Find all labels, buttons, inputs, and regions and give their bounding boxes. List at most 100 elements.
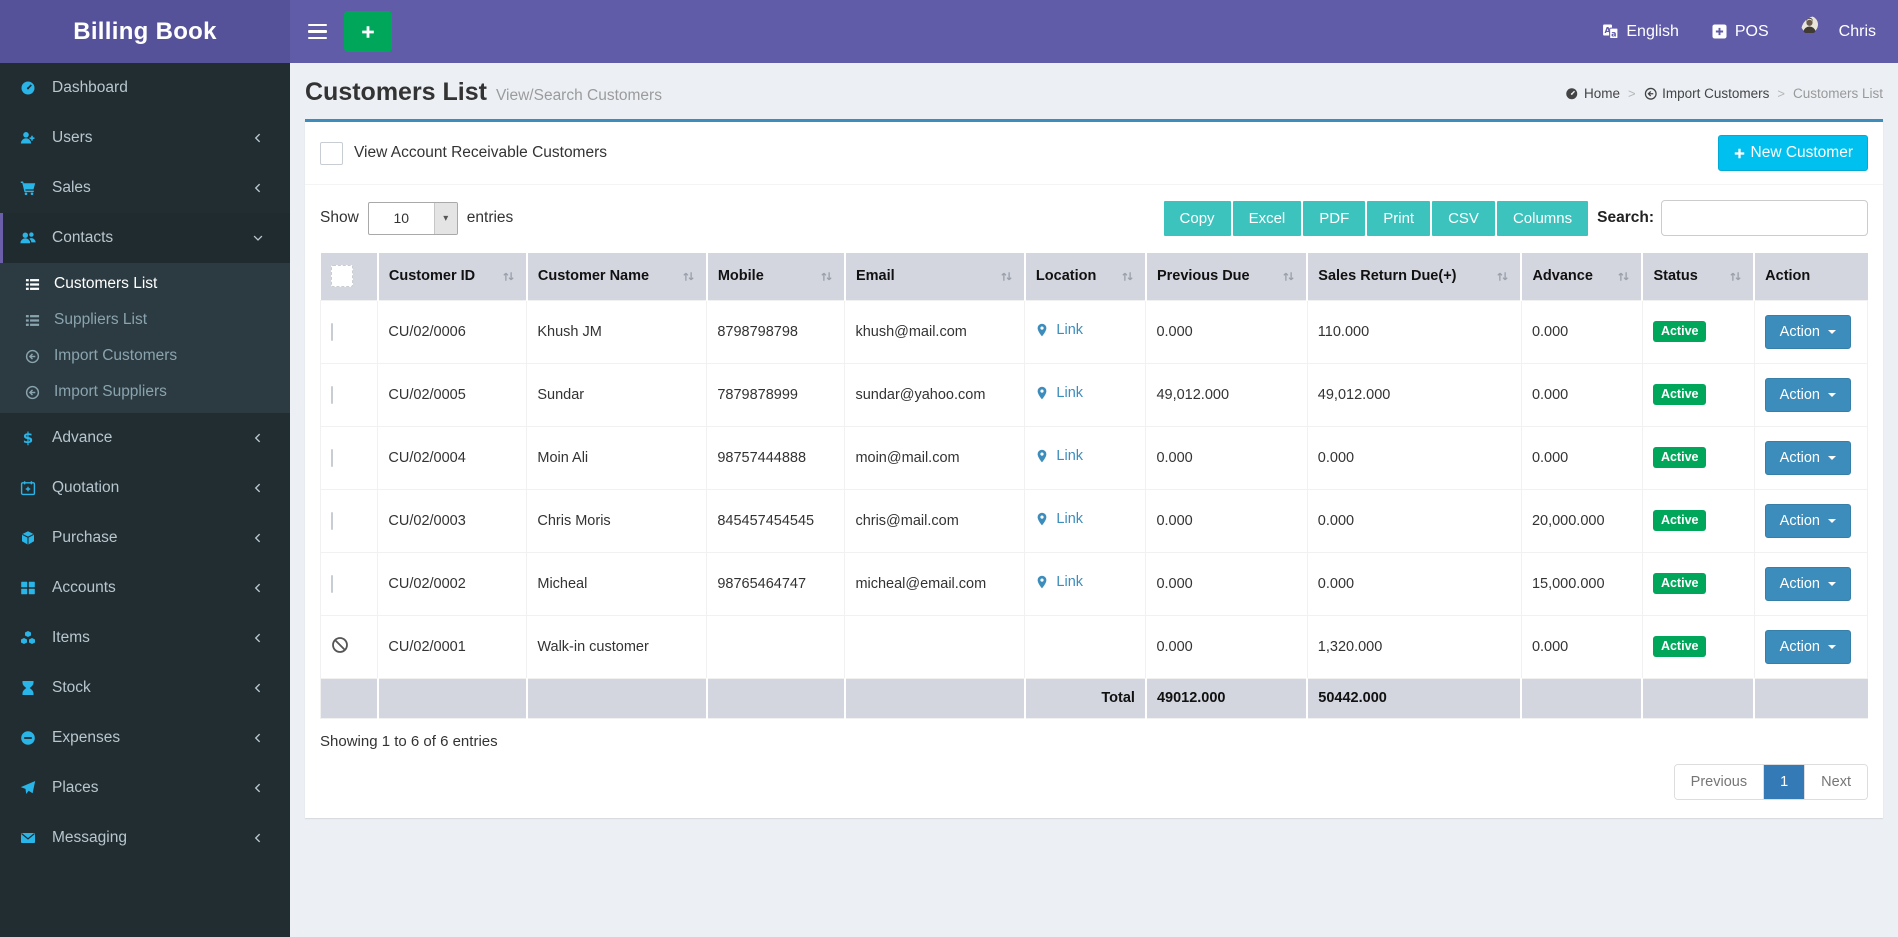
total-cell-mobile — [707, 678, 845, 718]
table-row: CU/02/0002Micheal98765464747micheal@emai… — [321, 552, 1868, 615]
location-link[interactable]: Link — [1035, 385, 1083, 401]
sidebar-subitem-customers-list[interactable]: Customers List — [0, 266, 290, 302]
column-header-status[interactable]: Status — [1642, 253, 1754, 300]
pagination-page-1-button[interactable]: 1 — [1763, 765, 1804, 799]
chevron-left-icon — [252, 432, 264, 444]
sidebar-toggle-button[interactable] — [290, 0, 344, 63]
row-checkbox[interactable] — [331, 449, 333, 467]
pagination-next-button[interactable]: Next — [1804, 765, 1867, 799]
action-button-label: Action — [1780, 387, 1820, 403]
cell-sales-return-due: 1,320.000 — [1307, 615, 1521, 678]
action-button[interactable]: Action — [1765, 315, 1851, 349]
location-link[interactable]: Link — [1035, 511, 1083, 527]
total-cell-select — [321, 678, 378, 718]
action-button[interactable]: Action — [1765, 504, 1851, 538]
sidebar-item-quotation[interactable]: Quotation — [0, 463, 290, 513]
cell-location: Link — [1025, 426, 1146, 489]
column-header-sales-return-due[interactable]: Sales Return Due(+) — [1307, 253, 1521, 300]
sidebar-subitem-import-suppliers[interactable]: Import Suppliers — [0, 374, 290, 410]
envelope-icon — [20, 830, 42, 846]
action-button-label: Action — [1780, 576, 1820, 592]
cell-status: Active — [1642, 426, 1754, 489]
row-checkbox[interactable] — [331, 575, 333, 593]
action-button[interactable]: Action — [1765, 441, 1851, 475]
user-menu[interactable]: Chris — [1801, 16, 1876, 47]
cell-location: Link — [1025, 300, 1146, 363]
sidebar-item-sales[interactable]: Sales — [0, 163, 290, 213]
app-logo[interactable]: Billing Book — [0, 0, 290, 63]
search-input[interactable] — [1661, 200, 1868, 236]
sidebar: Dashboard UsersSalesContactsCustomers Lis… — [0, 63, 290, 937]
page-length-select[interactable]: 10 ▾ — [368, 202, 458, 235]
quick-add-button[interactable] — [344, 11, 392, 52]
sidebar-subitem-import-customers[interactable]: Import Customers — [0, 338, 290, 374]
sidebar-item-label: Items — [52, 629, 90, 647]
select-all-checkbox[interactable] — [331, 265, 353, 287]
breadcrumb-item-import-customers[interactable]: Import Customers — [1644, 86, 1770, 101]
print-button[interactable]: Print — [1367, 201, 1430, 236]
cell-sales-return-due: 0.000 — [1307, 489, 1521, 552]
sort-icon — [681, 269, 696, 284]
excel-button[interactable]: Excel — [1233, 201, 1302, 236]
sidebar-subitem-label: Suppliers List — [54, 311, 147, 329]
column-header-mobile[interactable]: Mobile — [707, 253, 845, 300]
csv-button[interactable]: CSV — [1432, 201, 1495, 236]
sidebar-item-contacts[interactable]: Contacts — [0, 213, 290, 263]
breadcrumb-item-home[interactable]: Home — [1565, 86, 1620, 101]
user-name: Chris — [1839, 23, 1876, 41]
column-header-location[interactable]: Location — [1025, 253, 1146, 300]
action-button[interactable]: Action — [1765, 630, 1851, 664]
language-menu[interactable]: Aa English — [1602, 23, 1678, 41]
action-button[interactable]: Action — [1765, 378, 1851, 412]
column-header-customer-id[interactable]: Customer ID — [378, 253, 527, 300]
cell-select — [321, 489, 378, 552]
location-link[interactable]: Link — [1035, 322, 1083, 338]
sidebar-item-users[interactable]: Users — [0, 113, 290, 163]
row-checkbox[interactable] — [331, 386, 333, 404]
sidebar-item-dashboard[interactable]: Dashboard — [0, 63, 290, 113]
sidebar-item-label: Places — [52, 779, 99, 797]
caret-down-icon — [1828, 456, 1836, 460]
sidebar-item-advance[interactable]: $Advance — [0, 413, 290, 463]
cell-mobile: 7879878999 — [707, 363, 845, 426]
sidebar-item-messaging[interactable]: Messaging — [0, 813, 290, 863]
sidebar-item-stock[interactable]: Stock — [0, 663, 290, 713]
map-marker-icon — [1035, 512, 1049, 526]
page-length-control: Show 10 ▾ entries — [320, 202, 513, 235]
location-link[interactable]: Link — [1035, 574, 1083, 590]
cell-advance: 15,000.000 — [1521, 552, 1642, 615]
sidebar-item-items[interactable]: Items — [0, 613, 290, 663]
sidebar-item-places[interactable]: Places — [0, 763, 290, 813]
chevron-left-icon — [252, 632, 264, 644]
sidebar-item-label: Dashboard — [52, 79, 128, 97]
new-customer-button[interactable]: New Customer — [1718, 135, 1869, 171]
cell-name: Walk-in customer — [527, 615, 707, 678]
sidebar-item-purchase[interactable]: Purchase — [0, 513, 290, 563]
sidebar-subitem-suppliers-list[interactable]: Suppliers List — [0, 302, 290, 338]
pdf-button[interactable]: PDF — [1303, 201, 1365, 236]
cell-status: Active — [1642, 363, 1754, 426]
column-header-email[interactable]: Email — [845, 253, 1025, 300]
location-link[interactable]: Link — [1035, 448, 1083, 464]
action-button[interactable]: Action — [1765, 567, 1851, 601]
column-header-advance[interactable]: Advance — [1521, 253, 1642, 300]
language-label: English — [1626, 23, 1678, 41]
column-header-customer-name[interactable]: Customer Name — [527, 253, 707, 300]
chevron-left-icon — [252, 182, 264, 194]
pagination-previous-button[interactable]: Previous — [1675, 765, 1763, 799]
receivable-checkbox[interactable] — [320, 142, 343, 165]
cell-action: Action — [1754, 300, 1867, 363]
show-label: Show — [320, 209, 359, 227]
status-badge: Active — [1653, 384, 1707, 405]
sidebar-item-accounts[interactable]: Accounts — [0, 563, 290, 613]
row-checkbox[interactable] — [331, 512, 333, 530]
grid-icon — [20, 580, 42, 596]
sidebar-item-expenses[interactable]: Expenses — [0, 713, 290, 763]
row-checkbox[interactable] — [331, 323, 333, 341]
columns-button[interactable]: Columns — [1497, 201, 1588, 236]
cell-previous-due: 0.000 — [1146, 300, 1307, 363]
copy-button[interactable]: Copy — [1164, 201, 1231, 236]
column-header-previous-due[interactable]: Previous Due — [1146, 253, 1307, 300]
cell-location: Link — [1025, 552, 1146, 615]
pos-button[interactable]: POS — [1711, 23, 1769, 41]
